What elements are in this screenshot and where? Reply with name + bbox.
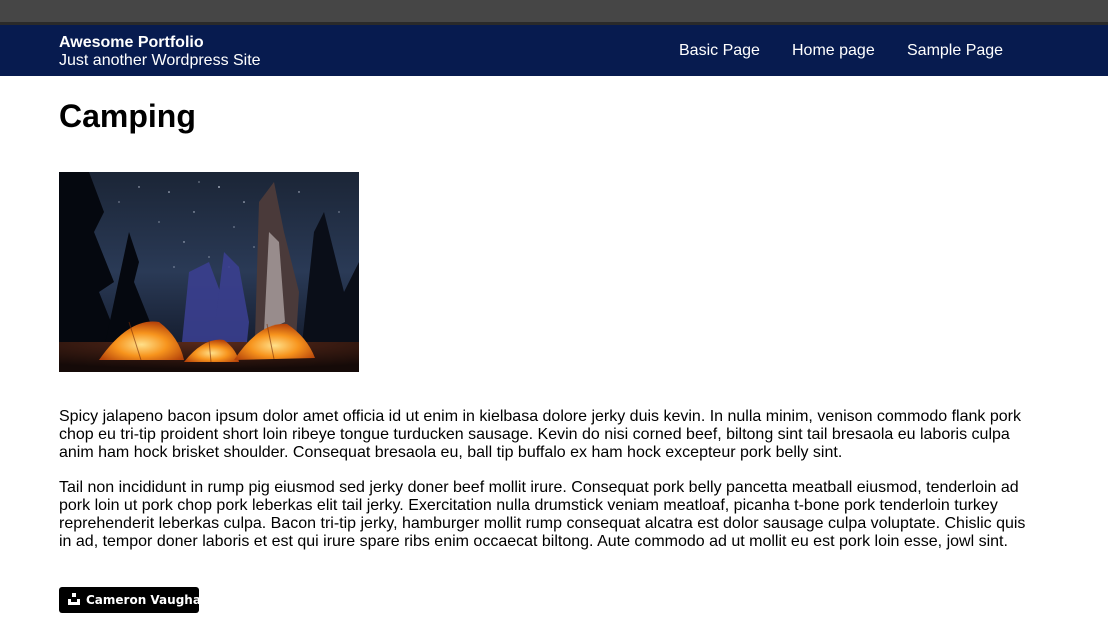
author-name: Cameron Vaughan	[86, 593, 210, 607]
content-paragraph: Spicy jalapeno bacon ipsum dolor amet of…	[59, 408, 1021, 461]
featured-image	[59, 172, 359, 372]
content-paragraph: Tail non incididunt in rump pig eiusmod …	[59, 479, 1026, 550]
nav-item-basic-page[interactable]: Basic Page	[679, 42, 760, 60]
browser-top-strip	[0, 0, 1108, 22]
page-content: Spicy jalapeno bacon ipsum dolor amet of…	[59, 408, 1034, 568]
night-camping-tents-icon	[59, 172, 359, 372]
nav-item-sample-page[interactable]: Sample Page	[907, 42, 1003, 60]
page-title: Camping	[59, 98, 196, 134]
nav-item-home-page[interactable]: Home page	[792, 42, 875, 60]
user-icon	[68, 593, 80, 605]
author-badge[interactable]: Cameron Vaughan	[59, 587, 209, 613]
main-navigation: Basic Page Home page Sample Page	[0, 42, 1108, 62]
site-header: Awesome Portfolio Just another Wordpress…	[0, 25, 1108, 76]
